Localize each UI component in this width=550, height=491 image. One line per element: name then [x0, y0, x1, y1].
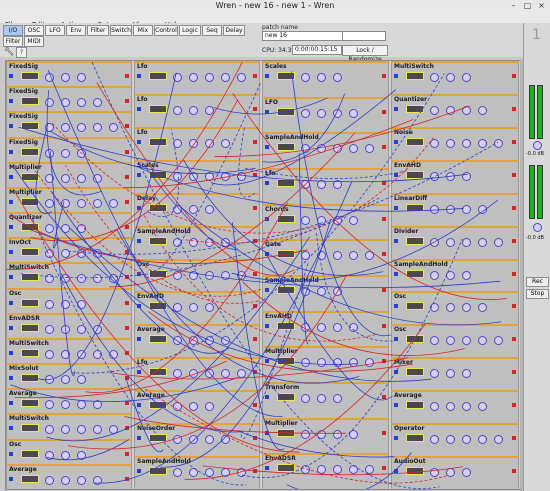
- patch-cable[interactable]: [67, 274, 348, 450]
- level-meter-left: [529, 85, 535, 139]
- patch-cable[interactable]: [238, 127, 255, 198]
- patch-cable[interactable]: [242, 281, 465, 356]
- patch-cable[interactable]: [143, 214, 376, 342]
- patch-cable[interactable]: [71, 73, 445, 374]
- help-icon[interactable]: ?: [16, 47, 27, 58]
- patch-cable[interactable]: [125, 377, 164, 453]
- level-label-left: -0.0 dB: [526, 151, 544, 157]
- patch-cable[interactable]: [177, 204, 502, 326]
- patch-cable[interactable]: [231, 222, 285, 451]
- patch-cable[interactable]: [124, 416, 347, 434]
- minimize-icon[interactable]: –: [508, 1, 519, 10]
- patch-cable[interactable]: [32, 218, 247, 486]
- level-meter-right-2: [537, 165, 543, 219]
- tab-delay[interactable]: Delay: [223, 25, 245, 36]
- patch-cable[interactable]: [291, 71, 391, 337]
- filter-button[interactable]: Filter: [3, 36, 23, 47]
- patch-cable[interactable]: [298, 153, 309, 345]
- tab-filter[interactable]: Filter: [87, 25, 109, 36]
- tab-seq[interactable]: Seq: [202, 25, 222, 36]
- patch-cable[interactable]: [46, 439, 130, 461]
- level-meter-left-2: [529, 165, 535, 219]
- wrench-icon[interactable]: 🔧︎: [4, 47, 14, 56]
- maximize-icon[interactable]: □: [522, 1, 533, 10]
- patch-cable[interactable]: [231, 199, 499, 282]
- stop-button[interactable]: Stop: [526, 289, 549, 299]
- randomize-button[interactable]: Lock / Randomize: [342, 45, 388, 63]
- patch-cable[interactable]: [286, 452, 412, 489]
- patch-cable[interactable]: [237, 430, 395, 458]
- tab-logic[interactable]: Logic: [179, 25, 201, 36]
- tab-lfo[interactable]: LFO: [45, 25, 65, 36]
- time-readout: 0:00:00:15:15: [292, 45, 342, 55]
- patch-cable[interactable]: [245, 168, 409, 179]
- patch-cable[interactable]: [46, 90, 103, 196]
- patch-name-label: patch name: [262, 24, 298, 31]
- patch-cable[interactable]: [93, 181, 353, 484]
- patch-cable[interactable]: [124, 119, 414, 189]
- level-meter-right: [537, 85, 543, 139]
- patch-cable[interactable]: [34, 170, 262, 297]
- tab-io[interactable]: I/O: [3, 25, 23, 36]
- volume-knob[interactable]: [533, 141, 542, 150]
- patch-cable[interactable]: [232, 93, 508, 300]
- level-label-right: -0.0 dB: [526, 235, 544, 241]
- patch-cable[interactable]: [213, 97, 328, 115]
- patch-cable[interactable]: [15, 193, 300, 453]
- patch-cable[interactable]: [133, 164, 464, 212]
- patch-cable[interactable]: [30, 99, 239, 242]
- patch-cable[interactable]: [116, 229, 360, 384]
- patch-cable[interactable]: [184, 323, 426, 480]
- patch-wires: [6, 62, 508, 489]
- patch-cable[interactable]: [183, 159, 384, 276]
- tab-mix[interactable]: Mix: [133, 25, 153, 36]
- tab-osc[interactable]: OSC: [24, 25, 44, 36]
- patch-cable[interactable]: [202, 465, 463, 476]
- tab-control[interactable]: Control: [154, 25, 178, 36]
- tab-env[interactable]: Env: [66, 25, 86, 36]
- midi-button[interactable]: MIDI: [24, 36, 44, 47]
- patch-cable[interactable]: [241, 238, 463, 479]
- tab-switch[interactable]: Switch: [110, 25, 132, 36]
- volume-knob-2[interactable]: [533, 223, 542, 232]
- patch-cable[interactable]: [145, 388, 449, 484]
- patch-time-field[interactable]: [342, 31, 386, 41]
- patch-cable[interactable]: [69, 227, 432, 382]
- patch-cable[interactable]: [159, 219, 332, 468]
- version-number: 1: [532, 27, 541, 43]
- patch-editor[interactable]: FixedSig FixedSig FixedSig FixedSig Multipli…: [5, 60, 522, 490]
- patch-name-field[interactable]: new 16: [262, 31, 344, 41]
- menu-bar: File Edit Action Setup View Help: [0, 12, 550, 29]
- module-toolbar: I/O OSC LFO Env Filter Switch Mix Contro…: [0, 23, 530, 63]
- output-panel: 1 -0.0 dB -0.0 dB Rec Stop: [523, 23, 550, 491]
- close-icon[interactable]: ×: [536, 1, 547, 10]
- patch-cable[interactable]: [68, 141, 499, 255]
- rec-button[interactable]: Rec: [526, 277, 549, 287]
- window-title: Wren - new 16 - new 1 - Wren: [215, 1, 335, 10]
